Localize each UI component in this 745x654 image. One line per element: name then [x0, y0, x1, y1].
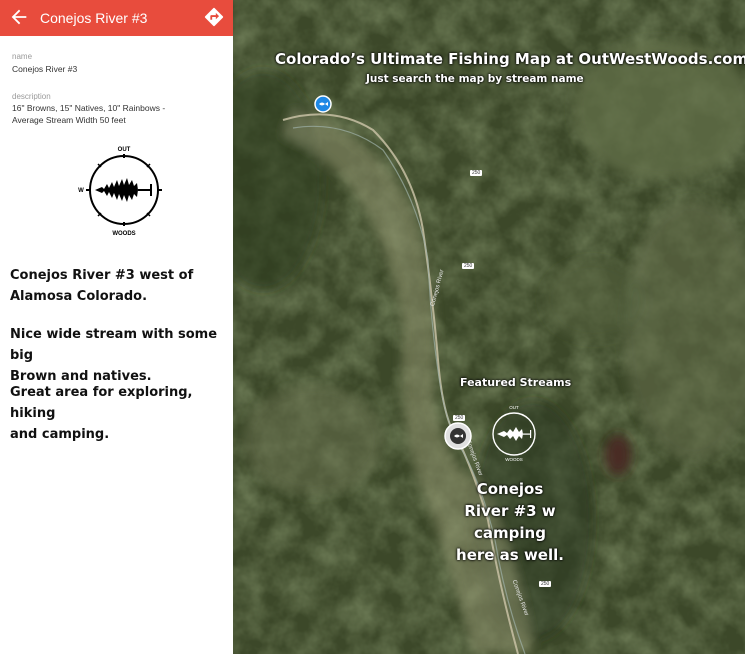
- details-panel: Conejos River #3 name Conejos River #3 d…: [0, 0, 233, 654]
- story-line: Alamosa Colorado.: [10, 289, 148, 304]
- callout-line: here as well.: [456, 546, 564, 564]
- map-headline: Colorado’s Ultimate Fishing Map at OutWe…: [275, 50, 745, 68]
- satellite-map[interactable]: Colorado’s Ultimate Fishing Map at OutWe…: [233, 0, 745, 654]
- story-line: and camping.: [10, 427, 110, 442]
- highway-label: 250: [453, 415, 466, 421]
- compass-label-bottom: WOODS: [112, 231, 135, 237]
- description-line-1: 16" Browns, 15" Natives, 10" Rainbows -: [12, 103, 166, 113]
- name-field-value: Conejos River #3: [12, 64, 78, 74]
- compass-label-top: OUT: [118, 147, 131, 153]
- description-field-label: description: [12, 92, 51, 101]
- highway-label: 250: [539, 581, 552, 587]
- map-compass-logo: OUT WOODS: [492, 405, 536, 462]
- story-line: Great area for exploring, hiking: [10, 385, 193, 421]
- story-line: Nice wide stream with some big: [10, 327, 218, 363]
- callout-line: Conejos: [476, 480, 544, 498]
- panel-title: Conejos River #3: [40, 10, 148, 26]
- map-compass-bottom: WOODS: [505, 457, 523, 462]
- map-subheadline: Just search the map by stream name: [366, 73, 584, 85]
- compass-logo: OUT W WOODS: [78, 147, 162, 237]
- selected-marker-icon[interactable]: [444, 422, 472, 450]
- panel-header: Conejos River #3: [0, 0, 233, 36]
- story-line: Conejos River #3 west of: [10, 268, 194, 283]
- featured-streams-label: Featured Streams: [460, 376, 572, 389]
- directions-icon[interactable]: [203, 6, 225, 28]
- callout-line: River #3 w: [464, 502, 556, 520]
- map-callout: Conejos River #3 w camping here as well.: [430, 478, 590, 566]
- story-paragraph-1: Conejos River #3 west of Alamosa Colorad…: [10, 265, 193, 307]
- highway-label: 250: [462, 263, 475, 269]
- arrow-back-icon[interactable]: [8, 6, 30, 28]
- fish-marker-icon[interactable]: [314, 95, 332, 113]
- map-compass-top: OUT: [509, 405, 519, 410]
- story-paragraph-3: Great area for exploring, hiking and cam…: [10, 382, 233, 445]
- highway-label: 250: [470, 170, 483, 176]
- callout-line: camping: [474, 524, 546, 542]
- story-paragraph-2: Nice wide stream with some big Brown and…: [10, 324, 233, 387]
- description-line-2: Average Stream Width 50 feet: [12, 115, 126, 125]
- compass-label-left: W: [78, 188, 84, 194]
- name-field-label: name: [12, 52, 33, 61]
